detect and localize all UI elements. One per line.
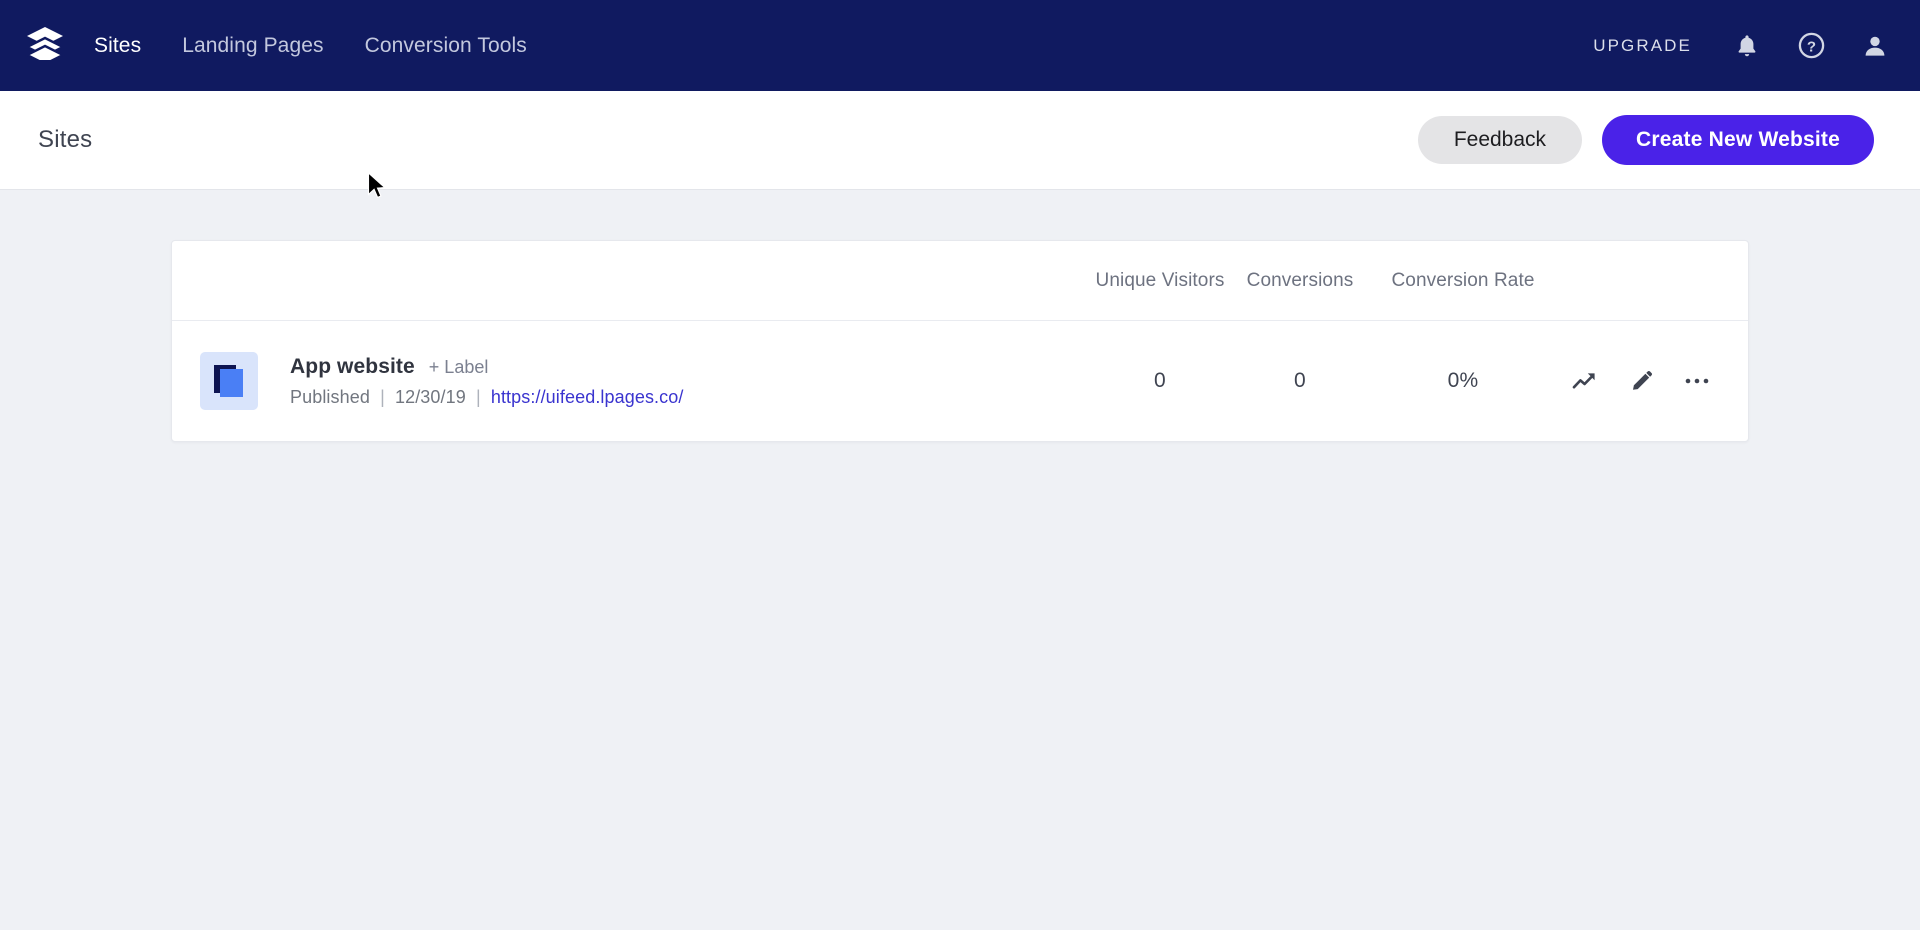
nav-item-conversion-tools[interactable]: Conversion Tools — [365, 34, 527, 58]
primary-nav-links: Sites Landing Pages Conversion Tools — [94, 34, 527, 58]
meta-separator-2: | — [475, 386, 481, 407]
edit-pencil-icon[interactable] — [1626, 366, 1656, 396]
add-label-button[interactable]: + Label — [429, 357, 489, 378]
website-page-thumbnail-icon[interactable] — [200, 352, 258, 410]
table-header-conversions: Conversions — [1246, 269, 1354, 291]
analytics-trending-up-icon[interactable] — [1570, 366, 1600, 396]
table-header-unique-visitors: Unique Visitors — [1095, 269, 1225, 291]
cell-conversion-rate: 0% — [1447, 369, 1479, 392]
svg-text:?: ? — [1806, 38, 1815, 55]
subheader-action-buttons: Feedback Create New Website — [1417, 115, 1874, 165]
page-title: Sites — [38, 126, 93, 153]
main-content-area: Unique Visitors Conversions Conversion R… — [0, 190, 1920, 442]
site-text-block: App website + Label Published | 12/30/19… — [290, 355, 683, 408]
table-header-conversion-rate: Conversion Rate — [1391, 269, 1535, 291]
sites-table-card: Unique Visitors Conversions Conversion R… — [171, 240, 1749, 442]
upgrade-link[interactable]: UPGRADE — [1593, 36, 1692, 56]
site-status: Published — [290, 386, 370, 407]
nav-right-group: UPGRADE ? — [1593, 31, 1890, 61]
cell-conversions: 0 — [1294, 369, 1306, 392]
top-navigation-bar: Sites Landing Pages Conversion Tools UPG… — [0, 0, 1920, 91]
page-subheader: Sites Feedback Create New Website — [0, 91, 1920, 190]
site-url-link[interactable]: https://uifeed.lpages.co/ — [491, 387, 684, 407]
site-name[interactable]: App website — [290, 355, 415, 379]
site-date: 12/30/19 — [394, 386, 466, 407]
meta-separator-1: | — [380, 386, 385, 407]
nav-item-sites[interactable]: Sites — [94, 34, 141, 58]
site-info-group: App website + Label Published | 12/30/19… — [200, 352, 1090, 410]
help-question-circle-icon[interactable]: ? — [1796, 31, 1826, 61]
table-row[interactable]: App website + Label Published | 12/30/19… — [172, 321, 1748, 441]
create-new-website-button[interactable]: Create New Website — [1602, 115, 1874, 165]
nav-item-landing-pages[interactable]: Landing Pages — [182, 34, 323, 58]
site-meta-line: Published | 12/30/19 | https://uifeed.lp… — [290, 387, 683, 408]
app-logo[interactable] — [22, 23, 68, 69]
notifications-bell-icon[interactable] — [1732, 31, 1762, 61]
feedback-button[interactable]: Feedback — [1417, 116, 1583, 164]
row-action-buttons — [1556, 366, 1734, 396]
account-person-icon[interactable] — [1860, 31, 1890, 61]
cell-unique-visitors: 0 — [1154, 369, 1166, 392]
table-header-row: Unique Visitors Conversions Conversion R… — [172, 241, 1748, 321]
more-options-ellipsis-icon[interactable] — [1682, 366, 1712, 396]
stacked-layers-logo-icon — [24, 26, 66, 66]
site-title-line: App website + Label — [290, 355, 683, 379]
